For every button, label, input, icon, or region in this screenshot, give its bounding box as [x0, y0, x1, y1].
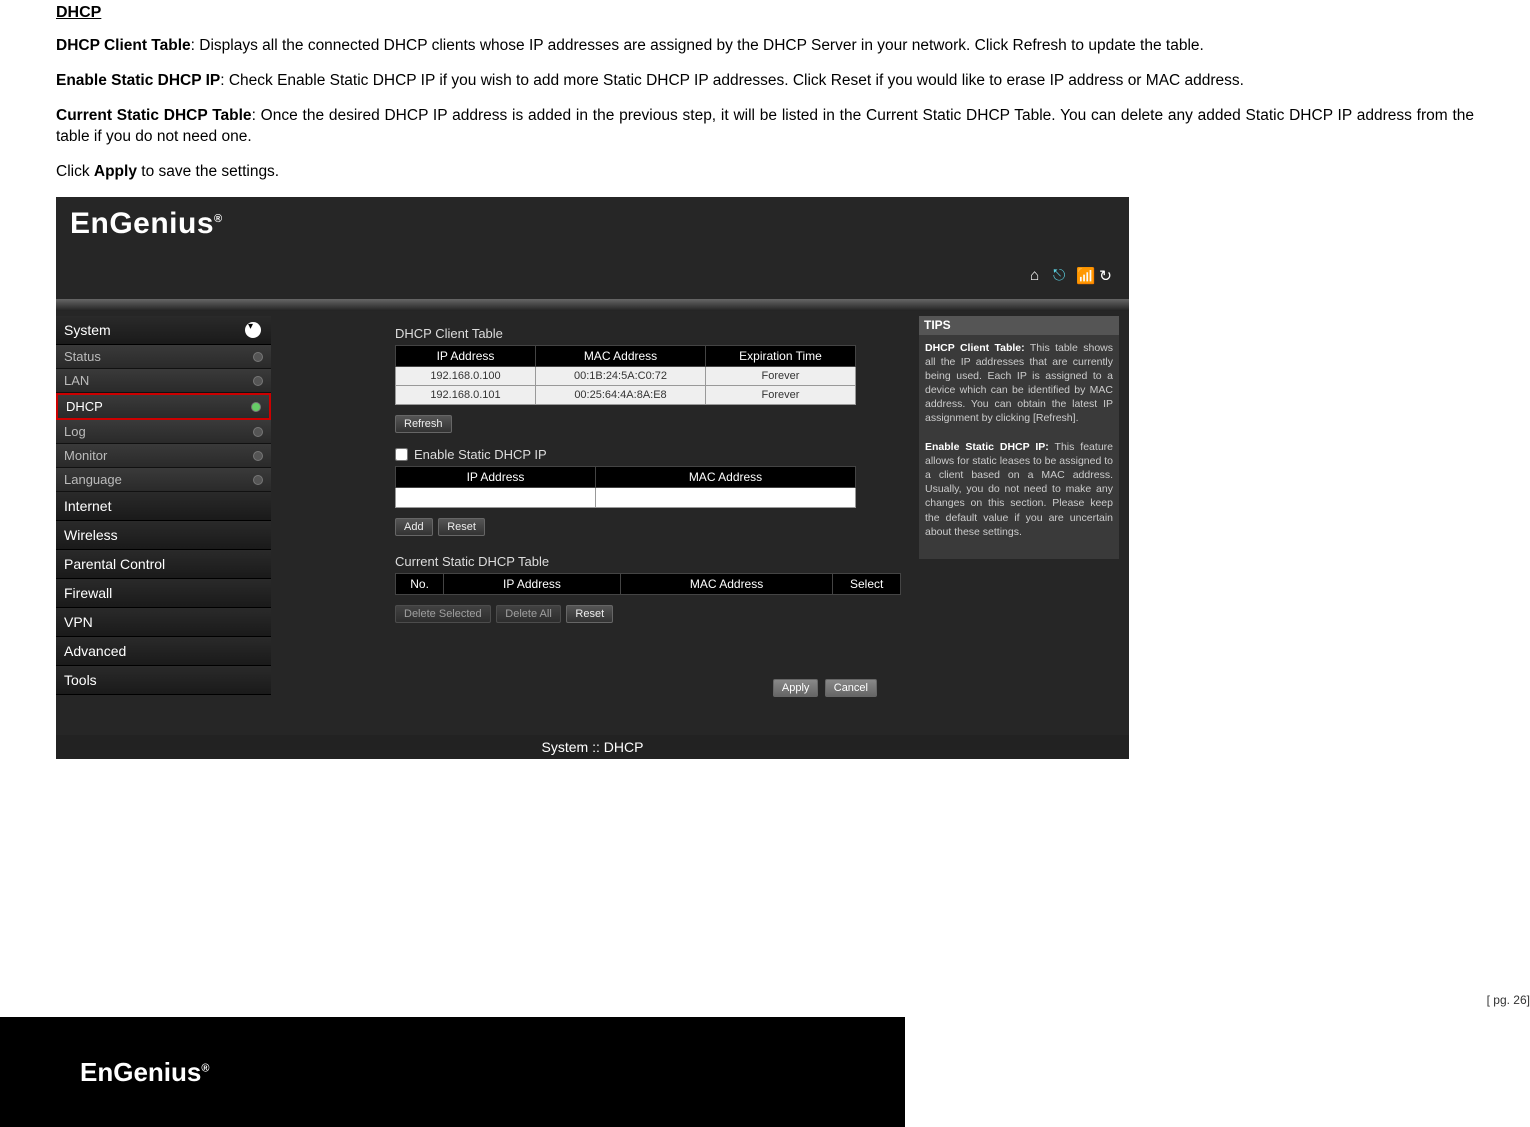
- tips-title: TIPS: [919, 316, 1119, 335]
- current-static-title: Current Static DHCP Table: [395, 554, 901, 569]
- brand-logo: EnGenius®: [70, 207, 223, 241]
- sidebar-sub-dhcp[interactable]: DHCP: [56, 393, 271, 420]
- delete-selected-button[interactable]: Delete Selected: [395, 605, 491, 623]
- dot-icon: [251, 402, 261, 412]
- sidebar-sub-status[interactable]: Status: [56, 345, 271, 369]
- dhcp-client-table: IP Address MAC Address Expiration Time 1…: [395, 345, 856, 405]
- refresh-icon[interactable]: ↻: [1099, 267, 1119, 285]
- dot-icon: [253, 352, 263, 362]
- static-ip-input-table: IP Address MAC Address: [395, 466, 856, 508]
- enable-static-checkbox[interactable]: [395, 448, 408, 461]
- expand-icon: [245, 322, 261, 338]
- dot-icon: [253, 427, 263, 437]
- dot-icon: [253, 475, 263, 485]
- top-icon-bar: ⌂ ⎋ 📶 ↻: [1030, 267, 1119, 285]
- refresh-button[interactable]: Refresh: [395, 415, 452, 433]
- sidebar-cat-tools[interactable]: Tools: [56, 666, 271, 695]
- section-heading: DHCP: [56, 4, 1474, 22]
- enable-static-checkbox-row: Enable Static DHCP IP: [395, 447, 901, 462]
- table-row: 192.168.0.10100:25:64:4A:8A:E8Forever: [396, 385, 856, 404]
- network-icon[interactable]: ⎋: [1053, 267, 1073, 285]
- cell-mac: 00:25:64:4A:8A:E8: [536, 385, 706, 404]
- sidebar-cat-advanced[interactable]: Advanced: [56, 637, 271, 666]
- enable-static-label: Enable Static DHCP IP: [414, 447, 547, 462]
- wireless-icon[interactable]: 📶: [1076, 267, 1096, 285]
- para-client-table: DHCP Client Table: Displays all the conn…: [56, 36, 1474, 57]
- reset-button-2[interactable]: Reset: [566, 605, 613, 623]
- para-current-static: Current Static DHCP Table: Once the desi…: [56, 106, 1474, 148]
- dot-icon: [253, 376, 263, 386]
- delete-all-button[interactable]: Delete All: [496, 605, 560, 623]
- table-row: 192.168.0.10000:1B:24:5A:C0:72Forever: [396, 366, 856, 385]
- sidebar-sub-lan[interactable]: LAN: [56, 369, 271, 393]
- dot-icon: [253, 451, 263, 461]
- para-apply: Click Apply to save the settings.: [56, 162, 1474, 183]
- sidebar-sub-log[interactable]: Log: [56, 420, 271, 444]
- cell-exp: Forever: [706, 366, 856, 385]
- sidebar-cat-wireless[interactable]: Wireless: [56, 521, 271, 550]
- apply-button[interactable]: Apply: [773, 679, 819, 697]
- static-mac-input[interactable]: [596, 487, 856, 507]
- cell-ip: 192.168.0.100: [396, 366, 536, 385]
- sidebar-cat-system[interactable]: System: [56, 316, 271, 345]
- footer-bar: EnGenius®: [0, 1017, 905, 1127]
- static-ip-input[interactable]: [396, 487, 596, 507]
- current-static-table: No. IP Address MAC Address Select: [395, 573, 901, 595]
- cell-mac: 00:1B:24:5A:C0:72: [536, 366, 706, 385]
- tips-panel: TIPS DHCP Client Table: This table shows…: [919, 316, 1119, 559]
- breadcrumb: System :: DHCP: [56, 735, 1129, 759]
- sidebar-cat-parental-control[interactable]: Parental Control: [56, 550, 271, 579]
- sidebar-cat-internet[interactable]: Internet: [56, 492, 271, 521]
- sidebar-nav: System StatusLANDHCPLogMonitorLanguage I…: [56, 316, 271, 695]
- footer-logo: EnGenius®: [80, 1057, 209, 1088]
- page-number: [ pg. 26]: [1487, 993, 1530, 1007]
- home-icon[interactable]: ⌂: [1030, 267, 1050, 285]
- sidebar-sub-language[interactable]: Language: [56, 468, 271, 492]
- sidebar-cat-vpn[interactable]: VPN: [56, 608, 271, 637]
- client-table-title: DHCP Client Table: [395, 326, 901, 341]
- add-button[interactable]: Add: [395, 518, 433, 536]
- cell-ip: 192.168.0.101: [396, 385, 536, 404]
- cancel-button[interactable]: Cancel: [825, 679, 877, 697]
- reset-button[interactable]: Reset: [438, 518, 485, 536]
- para-enable-static: Enable Static DHCP IP: Check Enable Stat…: [56, 71, 1474, 92]
- cell-exp: Forever: [706, 385, 856, 404]
- sidebar-cat-firewall[interactable]: Firewall: [56, 579, 271, 608]
- router-ui-screenshot: EnGenius® ⌂ ⎋ 📶 ↻ System StatusLANDHCPLo…: [56, 197, 1129, 759]
- sidebar-sub-monitor[interactable]: Monitor: [56, 444, 271, 468]
